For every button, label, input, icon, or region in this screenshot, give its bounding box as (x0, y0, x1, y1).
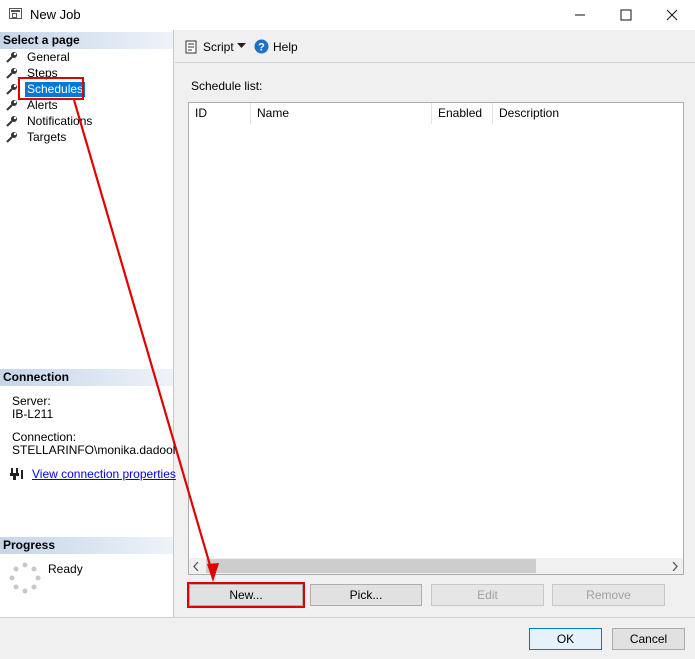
minimize-icon (575, 14, 585, 16)
column-header-id[interactable]: ID (189, 103, 251, 124)
wrench-icon (6, 52, 17, 63)
title-bar: New Job (0, 0, 695, 30)
connection-value: STELLARINFO\monika.dadool (12, 443, 176, 457)
cancel-button[interactable]: Cancel (612, 628, 685, 650)
progress-status: Ready (48, 562, 83, 576)
window-title: New Job (30, 7, 81, 22)
script-dropdown-chevron-down-icon[interactable] (237, 43, 246, 49)
connection-header: Connection (0, 369, 173, 386)
column-header-enabled[interactable]: Enabled (432, 103, 493, 124)
maximize-icon (620, 9, 632, 21)
help-label: Help (273, 39, 298, 54)
script-button[interactable]: Script (183, 39, 234, 55)
horizontal-scrollbar[interactable] (189, 558, 683, 574)
wrench-icon (6, 116, 17, 127)
edit-button[interactable]: Edit (431, 584, 544, 606)
help-button[interactable]: ? Help (254, 39, 298, 54)
window-app-icon (9, 8, 22, 19)
page-item-label: General (27, 49, 70, 64)
column-header-description[interactable]: Description (493, 103, 683, 124)
minimize-button[interactable] (557, 0, 603, 30)
scrollbar-thumb[interactable] (206, 559, 536, 573)
scroll-right-chevron-icon[interactable] (672, 562, 678, 571)
page-item-targets[interactable]: Targets (6, 129, 68, 145)
server-value: IB-L211 (12, 407, 54, 421)
wrench-icon (6, 100, 17, 111)
pick-button[interactable]: Pick... (310, 584, 422, 606)
page-item-label: Targets (27, 129, 67, 144)
svg-text:?: ? (258, 42, 265, 54)
view-connection-properties-link[interactable]: View connection properties (32, 467, 176, 481)
toolbar (175, 30, 695, 63)
close-button[interactable] (649, 0, 695, 30)
wrench-icon (6, 132, 17, 143)
ok-button[interactable]: OK (529, 628, 602, 650)
page-item-notifications[interactable]: Notifications (6, 113, 94, 129)
wrench-icon (6, 68, 17, 79)
progress-header: Progress (0, 537, 173, 554)
schedule-list-label: Schedule list: (191, 79, 263, 93)
connection-label: Connection: (12, 430, 77, 444)
script-label: Script (203, 40, 234, 54)
script-icon (185, 40, 197, 54)
annotation-highlight-new-button (187, 582, 305, 608)
server-label: Server: (12, 394, 51, 408)
wrench-icon (6, 84, 17, 95)
progress-spinner-icon (9, 562, 41, 594)
connection-properties-icon (10, 468, 23, 480)
page-item-label: Notifications (27, 113, 93, 128)
page-item-general[interactable]: General (6, 49, 72, 65)
schedule-list-grid[interactable]: ID Name Enabled Description (188, 102, 684, 575)
column-header-name[interactable]: Name (251, 103, 432, 124)
maximize-button[interactable] (603, 0, 649, 30)
scroll-left-chevron-icon[interactable] (193, 562, 199, 571)
close-icon (666, 9, 678, 21)
page-item-alerts[interactable]: Alerts (6, 97, 60, 113)
page-item-label: Alerts (27, 97, 58, 112)
help-icon: ? (254, 39, 269, 54)
remove-button[interactable]: Remove (552, 584, 665, 606)
select-page-header: Select a page (0, 32, 173, 49)
